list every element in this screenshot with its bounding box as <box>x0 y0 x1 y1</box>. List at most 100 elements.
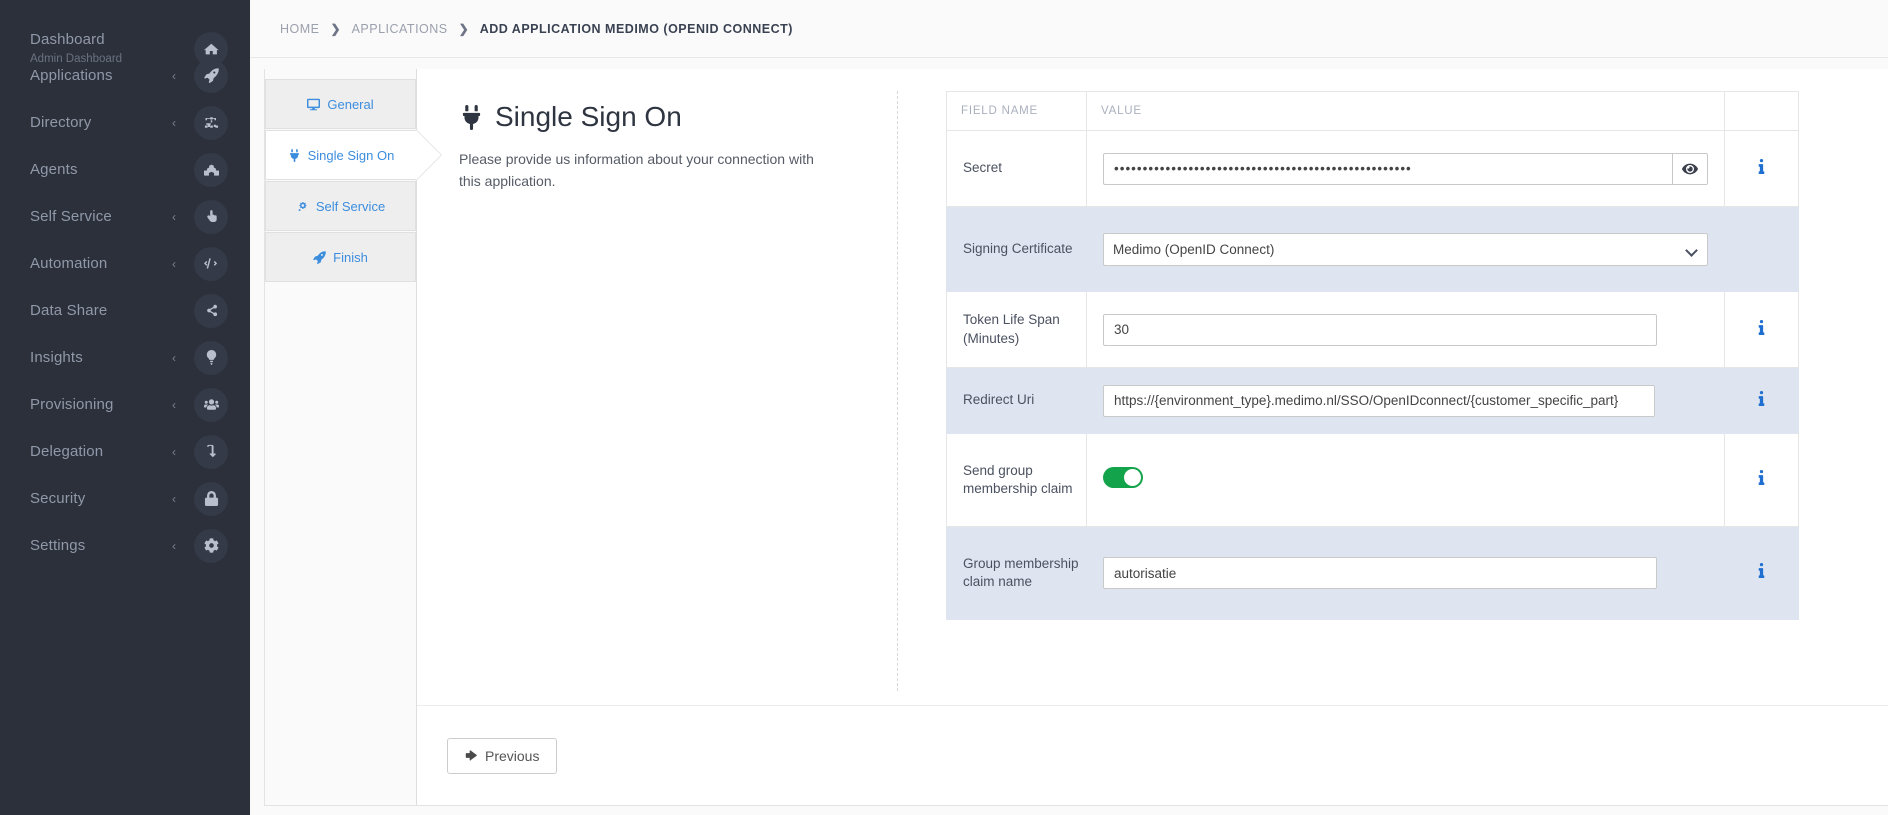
sidebar-item-label: Security <box>30 489 86 507</box>
sidebar-item-data-share[interactable]: Data Share <box>0 287 250 334</box>
field-label-redirect-uri: Redirect Uri <box>946 367 1087 434</box>
topbar: HOME ❯ APPLICATIONS ❯ ADD APPLICATION ME… <box>250 0 1888 58</box>
plug-icon <box>289 148 299 162</box>
main-area: HOME ❯ APPLICATIONS ❯ ADD APPLICATION ME… <box>250 0 1888 815</box>
previous-button[interactable]: Previous <box>447 737 558 774</box>
cubes-icon <box>194 152 228 187</box>
chevron-left-icon: ‹ <box>172 350 176 365</box>
info-icon[interactable] <box>1754 158 1769 179</box>
rocket-icon <box>194 58 228 93</box>
fields-table-body: Secret •••••••••••••••••••••••••••••••••… <box>946 130 1799 620</box>
breadcrumb-item-home[interactable]: HOME <box>280 22 320 36</box>
sidebar-item-provisioning[interactable]: Provisioning ‹ <box>0 381 250 428</box>
sidebar-item-applications[interactable]: Applications ‹ <box>0 52 250 99</box>
sidebar-item-settings[interactable]: Settings ‹ <box>0 522 250 569</box>
chevron-right-icon: ❯ <box>458 21 469 36</box>
field-info-send-group-membership-claim <box>1724 433 1799 527</box>
field-value-secret <box>1086 130 1725 207</box>
tab-self-service-label: Self Service <box>315 198 386 214</box>
group-membership-claim-name-input[interactable] <box>1103 557 1657 589</box>
tab-finish-label: Finish <box>333 249 368 265</box>
field-value-redirect-uri <box>1086 367 1725 434</box>
sidebar: Dashboard Admin Dashboard Applications ‹ <box>0 0 250 815</box>
tab-single-sign-on[interactable]: Single Sign On <box>265 130 416 180</box>
content-wrapper: General Single Sign On Self Service Fini… <box>250 58 1888 815</box>
field-value-token-life-span <box>1086 291 1725 368</box>
field-info-token-life-span <box>1724 291 1799 368</box>
field-info-secret <box>1724 130 1799 207</box>
fields-table: FIELD NAME VALUE Secret ••••••••••••••••… <box>946 91 1799 620</box>
cogs-icon <box>298 201 307 211</box>
sidebar-item-label: Self Service <box>30 207 112 225</box>
info-icon[interactable] <box>1754 470 1769 490</box>
field-value-send-group-membership-claim <box>1086 433 1725 527</box>
field-label-token-life-span: Token Life Span (Minutes) <box>946 291 1087 368</box>
sidebar-item-agents[interactable]: Agents <box>0 146 250 193</box>
toggle-knob <box>1124 469 1141 486</box>
field-label-signing-certificate: Signing Certificate <box>946 206 1087 292</box>
sidebar-item-security[interactable]: Security ‹ <box>0 475 250 522</box>
field-info-group-membership-claim-name <box>1724 526 1799 620</box>
table-row: Send group membership claim <box>946 433 1799 527</box>
page-description: Please provide us information about your… <box>459 151 814 189</box>
info-icon[interactable] <box>1754 319 1769 340</box>
field-info-signing-certificate <box>1724 206 1799 292</box>
sidebar-item-label: Data Share <box>30 301 108 319</box>
table-row: Secret <box>946 130 1799 207</box>
chevron-left-icon: ‹ <box>172 68 176 83</box>
sidebar-item-delegation[interactable]: Delegation ‹ <box>0 428 250 475</box>
wizard-card: General Single Sign On Self Service Fini… <box>264 69 1888 806</box>
signing-certificate-select-wrap: Medimo (OpenID Connect) <box>1103 232 1708 266</box>
field-value-group-membership-claim-name <box>1086 526 1725 620</box>
arrow-left-icon <box>465 750 477 761</box>
header-value: VALUE <box>1086 91 1725 131</box>
level-down-icon <box>194 434 228 469</box>
info-icon[interactable] <box>1754 563 1769 583</box>
table-header-row: FIELD NAME VALUE <box>946 91 1799 131</box>
breadcrumb-item-current: ADD APPLICATION MEDIMO (OPENID CONNECT) <box>479 21 793 36</box>
secret-input-group <box>1103 152 1708 185</box>
rocket-icon <box>313 250 326 264</box>
field-value-signing-certificate: Medimo (OpenID Connect) <box>1086 206 1725 292</box>
sidebar-item-label: Automation <box>30 254 108 272</box>
chevron-left-icon: ‹ <box>172 538 176 553</box>
secret-input[interactable] <box>1103 152 1673 185</box>
chevron-left-icon: ‹ <box>172 444 176 459</box>
sidebar-item-directory[interactable]: Directory ‹ <box>0 99 250 146</box>
sidebar-item-insights[interactable]: Insights ‹ <box>0 334 250 381</box>
sidebar-item-label: Provisioning <box>30 395 114 413</box>
breadcrumb-item-applications[interactable]: APPLICATIONS <box>352 22 448 36</box>
field-label-send-group-membership-claim: Send group membership claim <box>946 433 1087 527</box>
breadcrumb: HOME ❯ APPLICATIONS ❯ ADD APPLICATION ME… <box>280 22 1888 36</box>
info-icon[interactable] <box>1754 390 1769 411</box>
lock-icon <box>194 481 228 516</box>
table-row: Token Life Span (Minutes) <box>946 291 1799 368</box>
fields-table-head: FIELD NAME VALUE <box>946 91 1799 131</box>
desktop-icon <box>307 98 321 110</box>
chevron-right-icon: ❯ <box>330 21 341 36</box>
page-description-block: Single Sign On Please provide us informa… <box>417 91 897 805</box>
sidebar-item-automation[interactable]: Automation ‹ <box>0 240 250 287</box>
fields-table-wrapper: FIELD NAME VALUE Secret ••••••••••••••••… <box>898 91 1888 805</box>
sidebar-item-label: Applications <box>30 66 113 84</box>
signing-certificate-select[interactable]: Medimo (OpenID Connect) <box>1103 232 1708 266</box>
toggle-secret-visibility-button[interactable] <box>1672 152 1708 185</box>
tab-finish[interactable]: Finish <box>265 232 416 282</box>
redirect-uri-input[interactable] <box>1103 384 1655 417</box>
sidebar-item-self-service[interactable]: Self Service ‹ <box>0 193 250 240</box>
sidebar-item-label: Insights <box>30 348 83 366</box>
share-icon <box>194 293 228 328</box>
sidebar-item-dashboard[interactable]: Dashboard Admin Dashboard <box>0 0 250 66</box>
chevron-left-icon: ‹ <box>172 209 176 224</box>
send-group-membership-claim-toggle[interactable] <box>1103 467 1143 488</box>
tab-general[interactable]: General <box>265 79 416 129</box>
sidebar-item-label: Directory <box>30 113 92 131</box>
wizard-footer: Previous Save Next <box>417 705 1888 805</box>
token-life-span-input[interactable] <box>1103 313 1657 346</box>
code-icon <box>194 246 228 281</box>
users-icon <box>194 387 228 422</box>
tab-self-service[interactable]: Self Service <box>265 181 416 231</box>
chevron-left-icon: ‹ <box>172 397 176 412</box>
header-info <box>1724 91 1799 131</box>
sidebar-item-label: Agents <box>30 160 78 178</box>
